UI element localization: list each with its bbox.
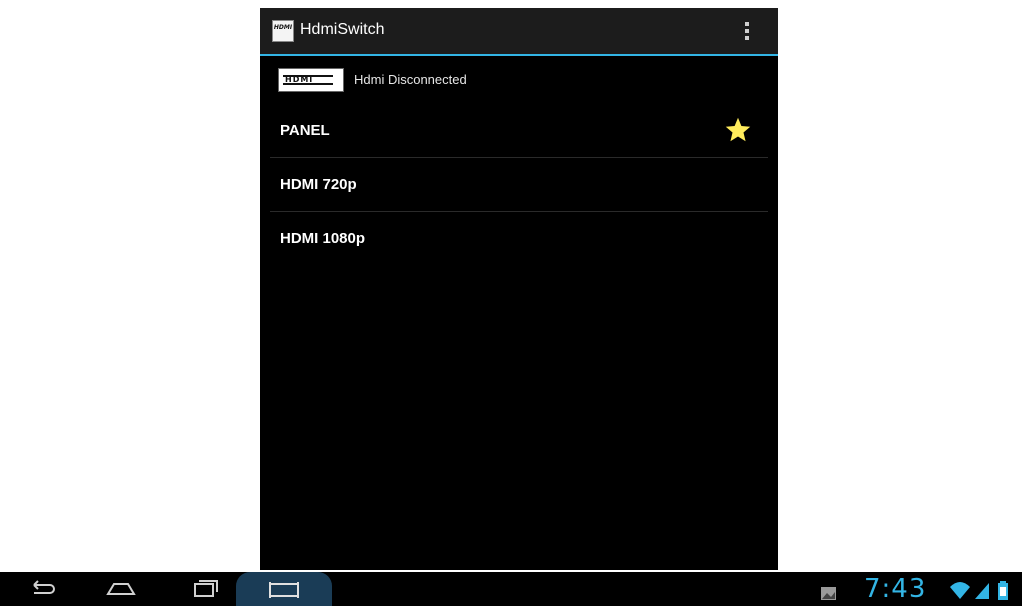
hdmi-status-row: HDMI Hdmi Disconnected bbox=[260, 58, 778, 104]
star-icon bbox=[725, 117, 751, 142]
mode-item-panel[interactable]: PANEL bbox=[270, 104, 768, 158]
hdmi-status-text: Hdmi Disconnected bbox=[354, 72, 467, 87]
screen: HDMI HdmiSwitch HDMI Hdmi Disconnected P… bbox=[0, 0, 1022, 606]
app-title: HdmiSwitch bbox=[300, 21, 385, 38]
screenshot-icon bbox=[269, 582, 299, 598]
hdmi-logo-text: HDMI bbox=[283, 75, 333, 85]
gallery-notification-icon[interactable] bbox=[818, 572, 840, 606]
screenshot-button[interactable] bbox=[236, 572, 332, 606]
mode-label: HDMI 720p bbox=[280, 176, 357, 193]
recent-apps-icon[interactable] bbox=[180, 572, 230, 606]
back-icon[interactable] bbox=[18, 572, 68, 606]
home-icon[interactable] bbox=[96, 572, 146, 606]
system-navigation-bar: 7:43 bbox=[0, 572, 1022, 606]
mode-label: HDMI 1080p bbox=[280, 230, 366, 247]
overflow-menu-icon[interactable] bbox=[742, 20, 752, 44]
mode-label: PANEL bbox=[280, 122, 330, 139]
hdmi-app-icon[interactable]: HDMI bbox=[272, 20, 294, 42]
battery-icon bbox=[994, 572, 1012, 606]
app-window: HDMI HdmiSwitch HDMI Hdmi Disconnected P… bbox=[260, 8, 778, 570]
hdmi-logo-icon: HDMI bbox=[278, 68, 344, 92]
mode-list: PANEL HDMI 720p HDMI 1080p bbox=[270, 104, 768, 265]
wifi-icon bbox=[948, 572, 972, 606]
mode-item-hdmi-720p[interactable]: HDMI 720p bbox=[270, 158, 768, 212]
action-bar: HDMI HdmiSwitch bbox=[260, 8, 778, 56]
signal-icon bbox=[972, 572, 992, 606]
mode-item-hdmi-1080p[interactable]: HDMI 1080p bbox=[270, 212, 768, 265]
clock: 7:43 bbox=[864, 574, 927, 604]
